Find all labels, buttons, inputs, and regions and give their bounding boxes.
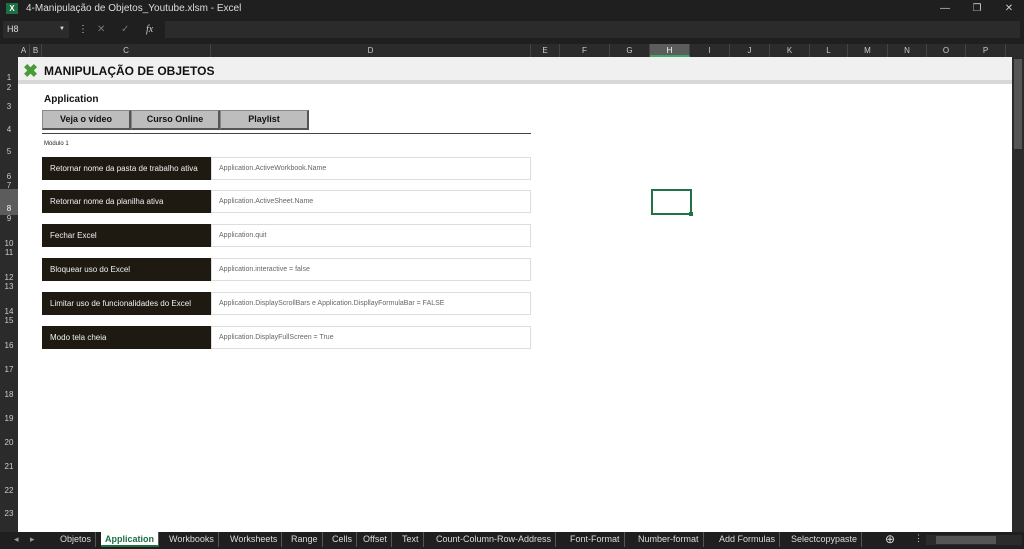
item-label: Modo tela cheia [42,326,211,349]
scroll-tabs-left-icon[interactable]: ◂ [14,534,19,545]
sheet-tab-count-column-row-address[interactable]: Count-Column-Row-Address [432,532,557,547]
row-headers: 1 2 3 4 5 6 7 8 9 10 11 12 13 14 15 16 17 18 19 20 21 22 23 [0,57,18,532]
column-header-L[interactable]: L [810,44,848,57]
row-header-8[interactable]: 8 [0,189,18,215]
item-label: Bloquear uso do Excel [42,258,211,281]
cancel-icon[interactable]: ✕ [97,21,105,38]
section-heading: Application [44,94,99,105]
row-header-15[interactable]: 15 [0,316,18,326]
name-box-value: H8 [7,24,19,34]
column-header-A[interactable]: A [18,44,30,57]
row-header-3[interactable]: 3 [0,102,18,112]
item-code: Application.ActiveWorkbook.Name [211,157,531,180]
item-code: Application.DisplayScrollBars e Applicat… [211,292,531,315]
sheet-tab-application[interactable]: Application [101,532,159,547]
scrollbar-thumb[interactable] [936,536,996,544]
column-header-P[interactable]: P [966,44,1006,57]
item-code: Application.ActiveSheet.Name [211,190,531,213]
playlist-button[interactable]: Playlist [220,110,309,130]
excel-icon: X [6,3,18,14]
selected-cell-h8[interactable] [651,189,693,216]
column-header-G[interactable]: G [610,44,650,57]
row-header-9[interactable]: 9 [0,214,18,224]
sheet-tab-cells[interactable]: Cells [328,532,358,547]
row-header-22[interactable]: 22 [0,486,18,496]
row-header-19[interactable]: 19 [0,414,18,424]
horizontal-scrollbar[interactable] [926,535,1022,545]
column-header-I[interactable]: I [690,44,730,57]
name-box[interactable]: H8 ▼ [3,21,69,38]
column-header-F[interactable]: F [560,44,610,57]
row-header-11[interactable]: 11 [0,248,18,258]
item-code: Application.interactive = false [211,258,531,281]
sheet-tab-offset[interactable]: Offset [359,532,392,547]
row-header-13[interactable]: 13 [0,282,18,292]
sheet-tab-text[interactable]: Text [398,532,424,547]
online-course-button[interactable]: Curso Online [131,110,220,130]
banner: ✖ MANIPULAÇÃO DE OBJETOS [18,57,1012,84]
item-code: Application.quit [211,224,531,247]
row-header-2[interactable]: 2 [0,83,18,93]
formula-input[interactable] [165,21,1020,38]
item-label: Retornar nome da planilha ativa [42,190,211,213]
formula-bar: H8 ▼ ⋮ ✕ ✓ fx [0,21,1024,39]
row-header-23[interactable]: 23 [0,509,18,519]
row-header-5[interactable]: 5 [0,147,18,157]
column-header-K[interactable]: K [770,44,810,57]
column-header-B[interactable]: B [30,44,42,57]
column-header-J[interactable]: J [730,44,770,57]
column-header-M[interactable]: M [848,44,888,57]
scrollbar-thumb[interactable] [1014,59,1022,149]
column-header-C[interactable]: C [42,44,211,57]
more-options-icon[interactable]: ⋮ [914,533,923,544]
sheet-tab-selectcopypaste[interactable]: Selectcopypaste [787,532,863,547]
watch-video-button[interactable]: Veja o vídeo [42,110,131,130]
row-header-18[interactable]: 18 [0,390,18,400]
item-code: Application.DisplayFullScreen = True [211,326,531,349]
sheet-tabs: ◂ ▸ ⊕ ⋮ Objetos Application Workbooks Works… [0,532,1024,549]
row-header-21[interactable]: 21 [0,462,18,472]
divider [42,133,531,134]
column-header-D[interactable]: D [211,44,531,57]
minimize-button[interactable]: — [930,0,960,17]
chevron-down-icon[interactable]: ▼ [59,21,65,38]
sheet-tab-workbooks[interactable]: Workbooks [165,532,219,547]
column-header-N[interactable]: N [888,44,927,57]
row-header-20[interactable]: 20 [0,438,18,448]
enter-icon[interactable]: ✓ [121,21,129,38]
sheet-tab-range[interactable]: Range [287,532,323,547]
title-bar: X 4-Manipulação de Objetos_Youtube.xlsm … [0,0,1024,17]
sheet-tab-add-formulas[interactable]: Add Formulas [715,532,781,547]
row-header-17[interactable]: 17 [0,365,18,375]
item-label: Retornar nome da pasta de trabalho ativa [42,157,211,180]
close-button[interactable]: ✕ [994,0,1024,17]
restore-button[interactable]: ❐ [962,0,992,17]
x-logo-icon: ✖ [23,61,39,81]
insert-function-icon[interactable]: fx [146,21,153,38]
sheet-tab-number-format[interactable]: Number-format [634,532,704,547]
more-options-icon[interactable]: ⋮ [78,21,88,38]
sheet-tab-objetos[interactable]: Objetos [56,532,97,547]
add-sheet-icon[interactable]: ⊕ [885,532,895,546]
column-headers: ABCDEFGHIJKLMNOP [0,44,1012,57]
module-label: Módulo 1 [44,141,69,147]
scroll-tabs-right-icon[interactable]: ▸ [30,534,35,545]
row-header-4[interactable]: 4 [0,125,18,135]
row-header-1[interactable]: 1 [0,73,18,83]
worksheet-grid[interactable]: ✖ MANIPULAÇÃO DE OBJETOS Application Vej… [18,57,1012,532]
window-title: 4-Manipulação de Objetos_Youtube.xlsm - … [26,3,242,14]
row-header-16[interactable]: 16 [0,341,18,351]
vertical-scrollbar[interactable] [1012,44,1024,532]
column-header-E[interactable]: E [531,44,560,57]
sheet-tab-font-format[interactable]: Font-Format [566,532,625,547]
sheet-tab-worksheets[interactable]: Worksheets [226,532,283,547]
column-header-O[interactable]: O [927,44,966,57]
column-header-H[interactable]: H [650,44,690,57]
banner-title: MANIPULAÇÃO DE OBJETOS [44,64,215,78]
item-label: Fechar Excel [42,224,211,247]
item-label: Limitar uso de funcionalidades do Excel [42,292,211,315]
